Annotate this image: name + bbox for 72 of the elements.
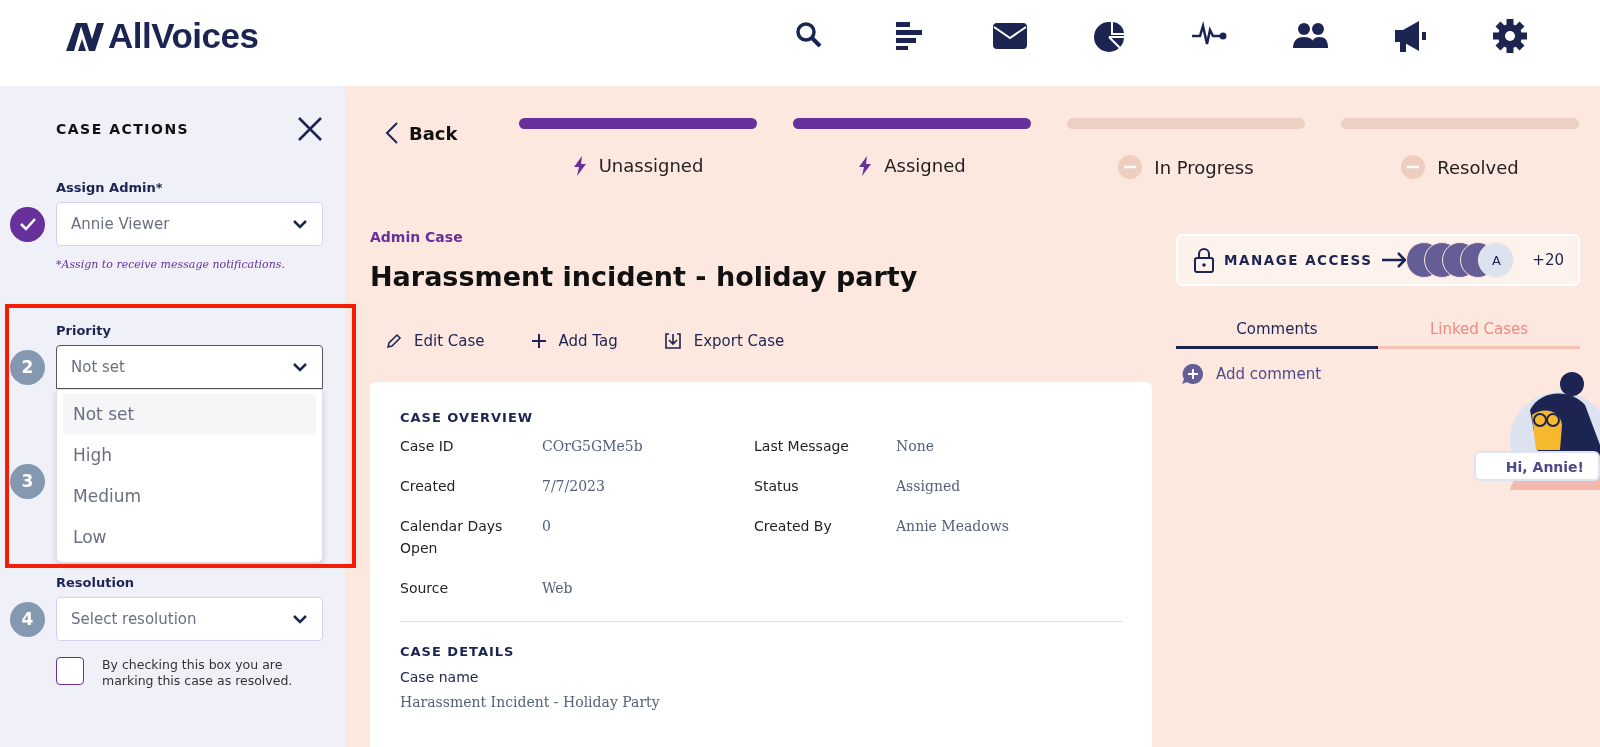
select-field[interactable]: Not set [56, 345, 323, 389]
action-link[interactable]: Edit Case [414, 332, 485, 350]
lightning-icon [858, 155, 873, 176]
stage-label: Assigned [884, 155, 966, 176]
checkbox[interactable] [56, 657, 84, 685]
select-field[interactable]: Annie Viewer [56, 202, 323, 246]
field-label: Case ID [400, 437, 455, 456]
avatar: A [1478, 242, 1515, 278]
more-count: +20 [1532, 251, 1564, 269]
field-label: Status [754, 477, 800, 496]
case-type: Admin Case [370, 229, 464, 245]
plus-icon [530, 333, 547, 349]
field-label: Last Message [754, 437, 850, 456]
field-label: Priority [56, 323, 112, 338]
select-field[interactable]: Select resolution [56, 597, 323, 641]
greeting-label: Hi, Annie! [1473, 451, 1600, 481]
minus-circle-icon [1118, 155, 1143, 179]
gear-icon[interactable] [1492, 18, 1528, 54]
stage-label: In Progress [1154, 156, 1254, 178]
dropdown-option[interactable]: High [63, 435, 316, 476]
field-label: Case name [400, 669, 480, 685]
action-link[interactable]: Add Tag [558, 332, 618, 350]
minus-circle-icon [1401, 155, 1426, 179]
field-label: Created [400, 477, 457, 496]
field-value: None [896, 437, 935, 456]
tab[interactable]: Comments [1176, 312, 1378, 349]
action-link[interactable]: Export Case [693, 332, 785, 350]
logo-mark-icon [66, 21, 106, 51]
chevron-down-icon [292, 362, 308, 372]
dropdown-option[interactable]: Medium [63, 476, 316, 517]
manage-access-label: MANAGE ACCESS [1224, 252, 1373, 268]
add-comment-icon [1182, 363, 1204, 385]
chevron-down-icon [292, 219, 308, 229]
field-label: Assign Admin* [56, 180, 164, 195]
field-label: Resolution [56, 575, 136, 590]
manage-access-button[interactable]: MANAGE ACCESS A +20 [1176, 234, 1580, 286]
sidebar-title: CASE ACTIONS [56, 121, 190, 137]
stage-label: Resolved [1437, 156, 1519, 178]
field-value: 7/7/2023 [542, 477, 606, 496]
add-comment-link[interactable]: Add comment [1216, 365, 1322, 383]
step-marker: 2 [10, 349, 45, 385]
chevron-down-icon [292, 614, 308, 624]
arrow-right-icon [1382, 251, 1409, 269]
field-value: Harassment Incident - Holiday Party [400, 693, 661, 712]
field-value: Assigned [896, 477, 962, 496]
logo-text: AllVoices [108, 16, 259, 56]
step-marker: 4 [10, 601, 45, 637]
field-value: Web [542, 579, 574, 598]
field-label: Source [400, 579, 450, 598]
dropdown-option[interactable]: Not set [63, 394, 316, 435]
back-link[interactable]: Back [385, 118, 483, 148]
lock-icon [1194, 247, 1214, 273]
field-value: 0 [542, 517, 552, 536]
section-heading: CASE DETAILS [400, 644, 516, 659]
download-icon [663, 332, 682, 350]
case-title: Harassment incident - holiday party [370, 261, 919, 292]
close-icon[interactable] [297, 116, 323, 142]
hint-text: *Assign to receive message notifications. [56, 258, 286, 271]
field-label: Calendar Days Open [400, 517, 504, 558]
section-heading: CASE OVERVIEW [400, 410, 535, 425]
megaphone-icon[interactable] [1392, 18, 1428, 54]
checkbox-label: By checking this box you are marking this case as resolved. [102, 657, 294, 689]
step-marker: 3 [10, 463, 45, 499]
chevron-left-icon [385, 121, 399, 145]
lightning-icon [572, 155, 587, 176]
pencil-icon [386, 333, 402, 349]
dropdown-option[interactable]: Low [63, 517, 316, 558]
check-icon [18, 217, 37, 231]
field-value: Annie Meadows [896, 517, 1010, 536]
field-value: COrG5GMe5b [542, 437, 644, 456]
field-label: Created By [754, 517, 833, 536]
stage-label: Unassigned [598, 155, 704, 176]
